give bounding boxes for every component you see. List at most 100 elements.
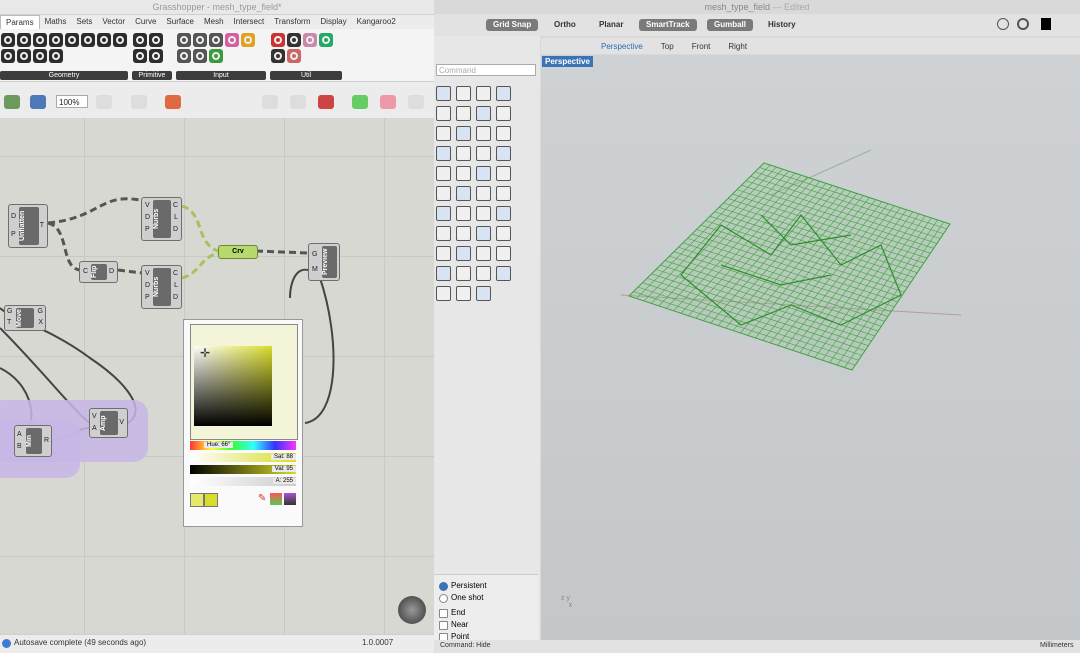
cherry-icon[interactable] [271,33,285,47]
input-port[interactable]: G [312,251,317,258]
input-port[interactable]: D [11,213,16,220]
preview-wire-icon[interactable] [290,95,306,109]
output-port[interactable]: D [109,268,114,275]
tool-icon[interactable] [436,186,451,201]
button-icon[interactable] [177,49,191,63]
tab-maths[interactable]: Maths [40,15,72,29]
tab-vector[interactable]: Vector [97,15,130,29]
flask-icon[interactable] [287,49,301,63]
tab-right[interactable]: Right [728,42,747,51]
output-port[interactable]: X [38,319,43,326]
input-port[interactable]: P [11,231,16,238]
one-shot-radio[interactable] [439,594,448,603]
input-port[interactable]: V [92,413,97,420]
output-port[interactable]: C [173,270,178,277]
tool-icon[interactable] [496,246,511,261]
input-port[interactable]: A [17,431,22,438]
history-toggle[interactable]: History [761,19,803,31]
colour-chip[interactable] [190,493,204,507]
graph-icon[interactable] [241,33,255,47]
param-icon[interactable] [17,49,31,63]
param-icon[interactable] [33,49,47,63]
zoom-extents-icon[interactable] [96,95,112,109]
preview-off-icon[interactable] [262,95,278,109]
tool-icon[interactable] [496,186,511,201]
tab-front[interactable]: Front [692,42,711,51]
tool-icon[interactable] [436,166,451,181]
panel-icon[interactable] [209,33,223,47]
output-port[interactable]: V [119,419,124,426]
swatch-icon[interactable] [225,33,239,47]
preview-settings-icon[interactable] [408,95,424,109]
tree-icon[interactable] [319,33,333,47]
component-preview[interactable]: G M Preview [308,243,340,281]
tool-icon[interactable] [456,146,471,161]
end-checkbox[interactable] [439,609,448,618]
component-unflatten[interactable]: D P Unflatten T [8,204,48,248]
open-icon[interactable] [4,95,20,109]
tool-icon[interactable] [496,166,511,181]
tool-icon[interactable] [436,286,451,301]
value-slider[interactable]: Val: 95 [190,465,296,474]
list-icon[interactable] [193,49,207,63]
tool-icon[interactable] [476,126,491,141]
tool-icon[interactable] [456,186,471,201]
navigation-compass-icon[interactable] [398,596,426,624]
tool-icon[interactable] [476,86,491,101]
tool-icon[interactable] [436,246,451,261]
tool-icon[interactable] [456,166,471,181]
perspective-viewport[interactable]: Perspective z y x [541,55,1080,640]
param-icon[interactable] [113,33,127,47]
tab-intersect[interactable]: Intersect [229,15,270,29]
sketch-icon[interactable] [165,95,181,109]
tool-icon[interactable] [436,126,451,141]
tool-icon[interactable] [456,286,471,301]
eye-icon[interactable] [131,95,147,109]
param-icon[interactable] [49,33,63,47]
input-port[interactable]: M [312,266,318,273]
tool-icon[interactable] [436,206,451,221]
output-port[interactable]: L [174,214,178,221]
tab-mesh[interactable]: Mesh [199,15,229,29]
input-port[interactable]: P [145,226,150,233]
tool-icon[interactable] [436,266,451,281]
param-icon[interactable] [65,33,79,47]
command-input[interactable]: Command [436,64,536,76]
zoom-select[interactable]: 100% [56,95,88,108]
record-icon[interactable] [997,18,1009,30]
input-port[interactable]: P [145,294,150,301]
tool-icon[interactable] [476,286,491,301]
param-icon[interactable] [1,49,15,63]
toggle-icon[interactable] [193,33,207,47]
tool-icon[interactable] [436,106,451,121]
preview-selected-icon[interactable] [380,95,396,109]
input-port[interactable]: D [145,214,150,221]
preview-shaded-icon[interactable] [318,95,334,109]
component-flip[interactable]: C Flip D [79,261,118,283]
gradient-icon[interactable] [284,493,296,505]
tool-icon[interactable] [496,146,511,161]
component-nurbs[interactable]: V D P Nurbs C L D [141,265,182,309]
component-amp[interactable]: V A Amp V [89,408,128,438]
hue-slider[interactable]: Hue: 66° [190,441,296,450]
colour-swatch-panel[interactable]: ✛ Hue: 66° Sat: 88 Val: 95 A: 255 ✎ [183,319,303,527]
tool-icon[interactable] [476,246,491,261]
tool-icon[interactable] [476,146,491,161]
palette-icon[interactable] [270,493,282,505]
tool-icon[interactable] [476,206,491,221]
output-port[interactable]: D [173,226,178,233]
input-port[interactable]: V [145,270,150,277]
param-icon[interactable] [149,49,163,63]
input-port[interactable]: V [145,202,150,209]
param-icon[interactable] [97,33,111,47]
color-swatch-icon[interactable] [1041,18,1051,30]
tab-perspective[interactable]: Perspective [601,42,643,51]
persistent-radio[interactable] [439,582,448,591]
slider-icon[interactable] [177,33,191,47]
tool-icon[interactable] [436,86,451,101]
input-port[interactable]: G [7,308,12,315]
tool-icon[interactable] [436,146,451,161]
sphere-icon[interactable] [303,33,317,47]
tab-surface[interactable]: Surface [161,15,199,29]
tool-icon[interactable] [496,266,511,281]
